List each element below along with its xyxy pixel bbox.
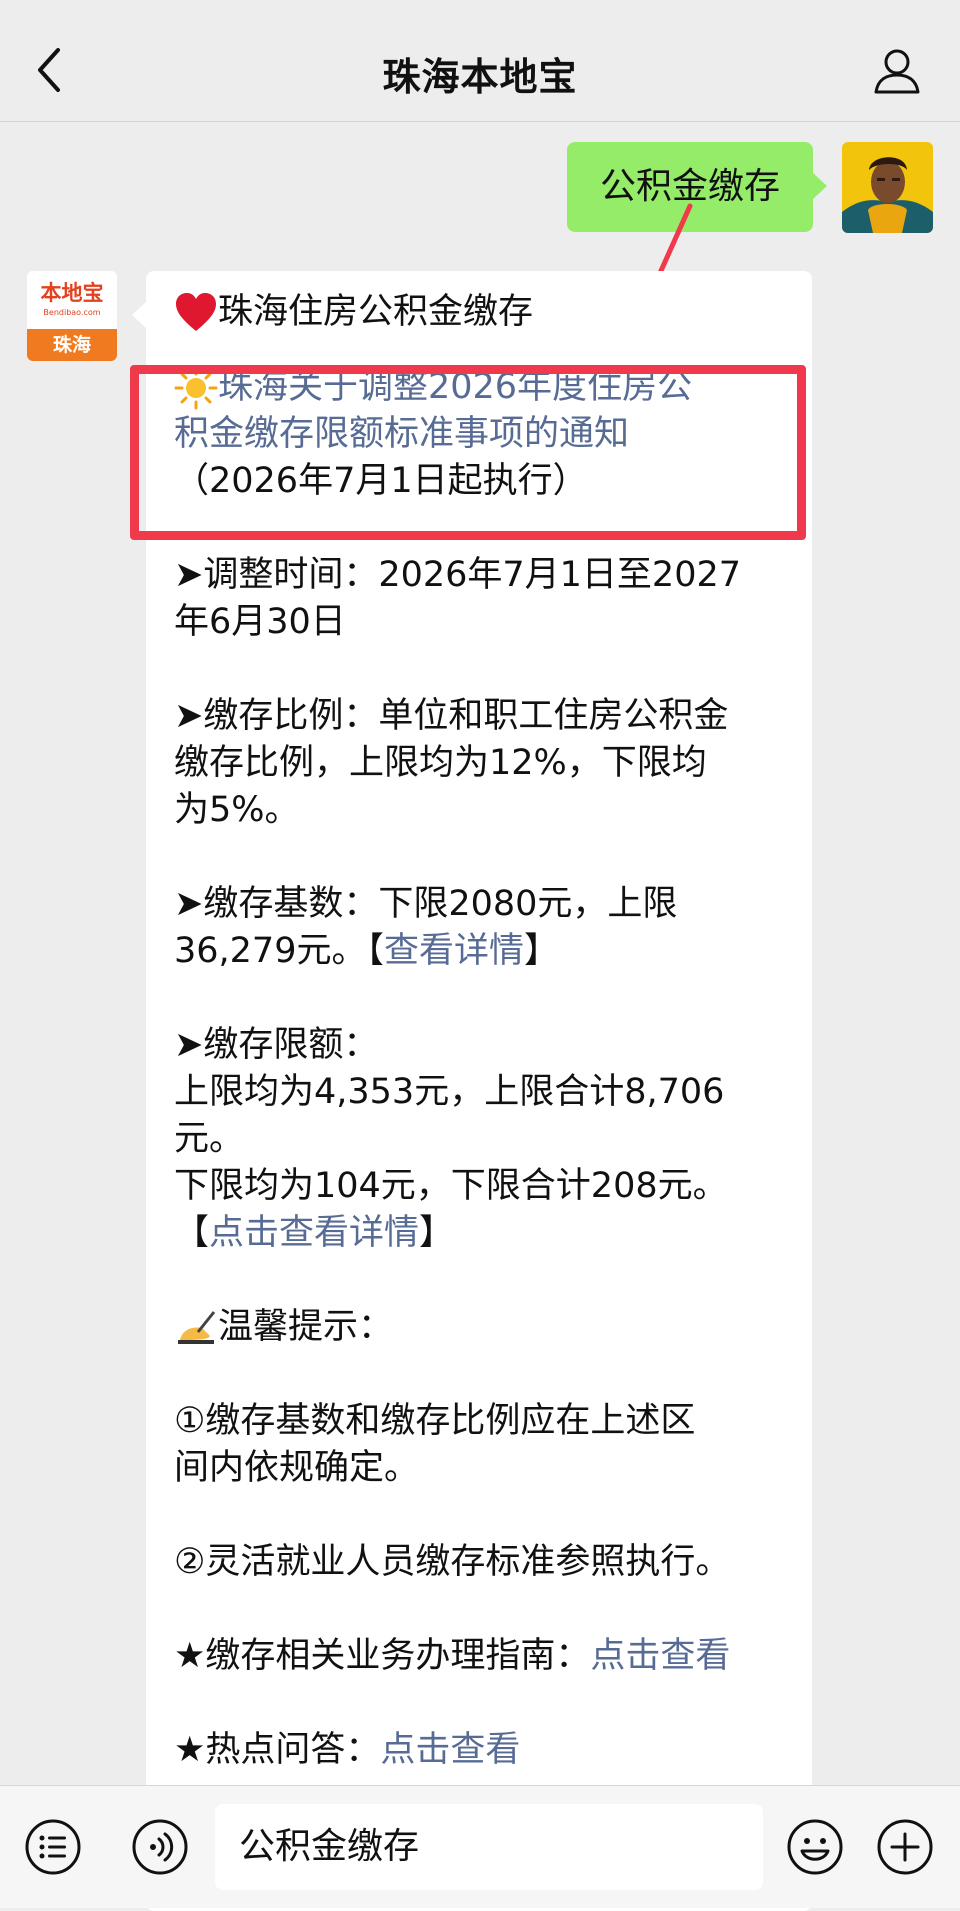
official-account-avatar[interactable]: 本地宝 Bendibao.com 珠海 xyxy=(27,271,117,361)
limit-line1: ➤缴存限额： xyxy=(174,1025,379,1065)
limit-block: ➤缴存限额： 上限均为4,353元，上限合计8,706 元。 下限均为104元，… xyxy=(174,1022,784,1257)
notice-link-line1[interactable]: 珠海关于调整2026年度住房公 xyxy=(218,364,692,411)
faq-label: ★热点问答： xyxy=(174,1730,381,1770)
faq-block: ★热点问答：点击查看 xyxy=(174,1727,784,1774)
chat-title: 珠海本地宝 xyxy=(382,55,578,99)
menu-list-icon[interactable] xyxy=(24,1818,82,1876)
message-title-line: 珠海住房公积金缴存 xyxy=(174,289,784,336)
ratio-line2: 缴存比例，上限均为12%，下限均 xyxy=(174,743,707,783)
avatar-city-label: 珠海 xyxy=(27,329,117,361)
voice-input-icon[interactable] xyxy=(131,1818,189,1876)
profile-icon[interactable] xyxy=(872,46,922,96)
adjust-time-block: ➤调整时间：2026年7月1日至2027 年6月30日 xyxy=(174,552,784,646)
avatar-logo-text: 本地宝 xyxy=(40,281,104,305)
tip1-line2: 间内依规确定。 xyxy=(174,1448,420,1488)
tip-title: 温馨提示： xyxy=(218,1307,394,1347)
message-input[interactable]: 公积金缴存 xyxy=(215,1804,763,1890)
guide-block: ★缴存相关业务办理指南：点击查看 xyxy=(174,1633,784,1680)
limit-line5: 【点击查看详情】 xyxy=(174,1213,455,1253)
sun-icon xyxy=(174,366,218,409)
tip1-block: ①缴存基数和缴存比例应在上述区 间内依规确定。 xyxy=(174,1398,784,1492)
user-avatar-image xyxy=(842,142,933,233)
adjust-time-line1: ➤调整时间：2026年7月1日至2027 xyxy=(174,555,742,595)
limit-line4: 下限均为104元，下限合计208元。 xyxy=(174,1166,728,1206)
ratio-block: ➤缴存比例：单位和职工住房公积金 缴存比例，上限均为12%，下限均 为5%。 xyxy=(174,693,784,834)
guide-link[interactable]: 点击查看 xyxy=(590,1636,730,1676)
base-block: ➤缴存基数：下限2080元，上限 36,279元。【查看详情】 xyxy=(174,881,784,975)
user-avatar[interactable] xyxy=(842,142,933,233)
heart-icon xyxy=(176,292,216,331)
base-line2: 36,279元。【查看详情】 xyxy=(174,931,559,971)
tip2-line: ②灵活就业人员缴存标准参照执行。 xyxy=(174,1542,731,1582)
ratio-line1: ➤缴存比例：单位和职工住房公积金 xyxy=(174,696,729,736)
limit-line2: 上限均为4,353元，上限合计8,706 xyxy=(174,1072,725,1112)
notice-link-line2[interactable]: 积金缴存限额标准事项的通知 xyxy=(174,411,784,458)
tip-block: 温馨提示： xyxy=(174,1304,784,1351)
tip1-line1: ①缴存基数和缴存比例应在上述区 xyxy=(174,1401,696,1441)
faq-link[interactable]: 点击查看 xyxy=(380,1730,520,1770)
plus-icon[interactable] xyxy=(876,1818,934,1876)
notice-effective-date: （2026年7月1日起执行） xyxy=(174,461,588,501)
limit-line3: 元。 xyxy=(174,1119,245,1159)
base-line1: ➤缴存基数：下限2080元，上限 xyxy=(174,884,678,924)
writing-hand-icon xyxy=(178,1310,216,1344)
base-detail-link[interactable]: 查看详情 xyxy=(384,931,524,971)
top-nav-bar: 珠海本地宝 xyxy=(0,0,960,122)
limit-detail-link[interactable]: 点击查看详情 xyxy=(209,1213,419,1253)
adjust-time-line2: 年6月30日 xyxy=(174,602,346,642)
guide-label: ★缴存相关业务办理指南： xyxy=(174,1636,591,1676)
avatar-logo-subtext: Bendibao.com xyxy=(43,308,101,317)
notice-block: 珠海关于调整2026年度住房公 积金缴存限额标准事项的通知 （2026年7月1日… xyxy=(174,364,784,505)
emoji-icon[interactable] xyxy=(786,1818,844,1876)
tip2-block: ②灵活就业人员缴存标准参照执行。 xyxy=(174,1539,784,1586)
bottom-input-bar: 公积金缴存 xyxy=(0,1785,960,1908)
message-title: 珠海住房公积金缴存 xyxy=(218,292,534,332)
ratio-line3: 为5%。 xyxy=(174,790,300,830)
incoming-message-bubble: 珠海住房公积金缴存 珠海关于调整2026年度住房公 积金缴存限额标准事项的通知 … xyxy=(132,271,812,1911)
